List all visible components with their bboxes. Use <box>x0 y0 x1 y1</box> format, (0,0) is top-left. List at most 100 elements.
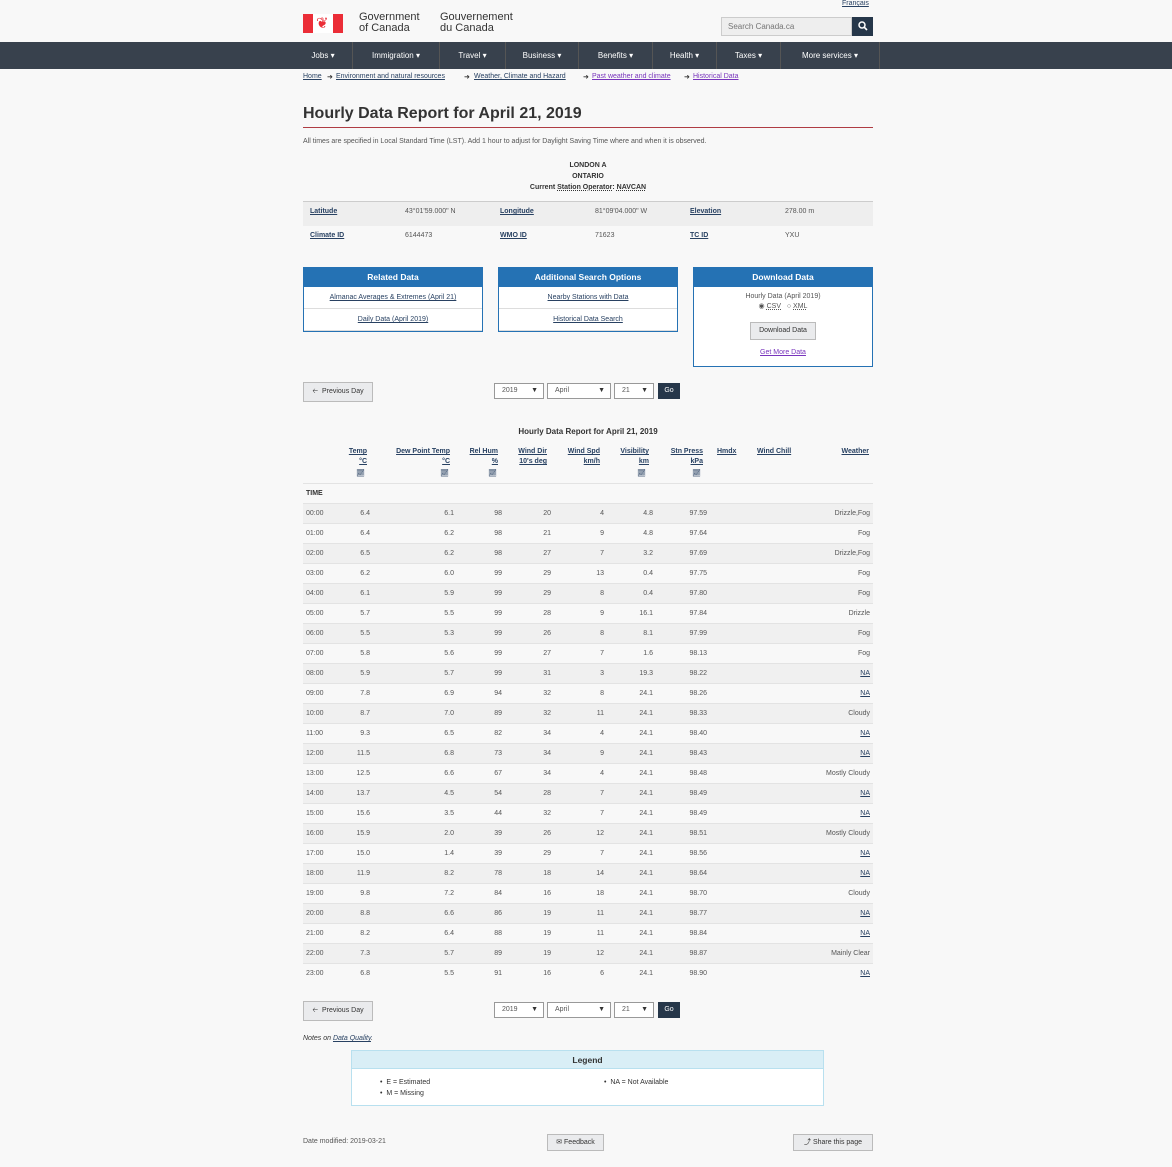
breadcrumb-historical-data[interactable]: Historical Data <box>693 73 739 80</box>
weather-na-link[interactable]: NA <box>790 743 873 764</box>
weather-na-link[interactable]: NA <box>790 923 873 944</box>
share-page-button[interactable]: ⤴ Share this page <box>793 1134 873 1151</box>
data-cell: 7 <box>554 543 607 564</box>
data-cell: 34 <box>505 743 554 764</box>
weather-na-link[interactable]: NA <box>790 783 873 804</box>
feedback-button[interactable]: ✉ Feedback <box>547 1134 604 1151</box>
elevation-label[interactable]: Elevation <box>690 208 721 215</box>
col-dew-point[interactable]: Dew Point Temp °C <box>396 447 450 467</box>
search-input[interactable] <box>721 17 852 36</box>
climate-id-label[interactable]: Climate ID <box>310 232 344 239</box>
tc-id-label[interactable]: TC ID <box>690 232 708 239</box>
get-more-data-link[interactable]: Get More Data <box>694 349 872 356</box>
language-toggle-link[interactable]: Français <box>842 0 869 7</box>
nearby-stations-link[interactable]: Nearby Stations with Data <box>499 287 677 309</box>
data-cell: 98.33 <box>656 703 710 724</box>
daily-data-link[interactable]: Daily Data (April 2019) <box>304 309 482 331</box>
gouvernement-du-canada-wordmark[interactable]: Gouvernement du Canada <box>440 12 513 34</box>
data-cell <box>710 763 750 784</box>
breadcrumb-past-weather[interactable]: Past weather and climate <box>592 73 671 80</box>
day-select-bottom[interactable]: 21 ▼ <box>614 1002 654 1018</box>
chart-icon[interactable]: 📈︎ <box>488 469 497 477</box>
breadcrumb-home[interactable]: Home <box>303 73 322 80</box>
weather-na-link[interactable]: NA <box>790 963 873 984</box>
related-data-title: Related Data <box>304 268 482 287</box>
year-select[interactable]: 2019 ▼ <box>494 383 544 399</box>
col-stn-press[interactable]: Stn Press kPa <box>671 447 703 467</box>
table-row: 16:00 15.9 2.0 39 26 12 24.1 98.51 Mostly Cloudy <box>303 823 873 844</box>
longitude-label[interactable]: Longitude <box>500 208 534 215</box>
data-cell <box>750 903 790 924</box>
weather-na-link[interactable]: NA <box>790 803 873 824</box>
government-of-canada-wordmark[interactable]: Government of Canada <box>359 12 420 34</box>
data-cell: 26 <box>505 823 554 844</box>
data-cell <box>710 743 750 764</box>
go-button-bottom[interactable]: Go <box>658 1002 680 1018</box>
data-cell: 54 <box>457 783 505 804</box>
weather-na-link[interactable]: NA <box>790 843 873 864</box>
previous-day-button[interactable]: 🡠 Previous Day <box>303 382 373 402</box>
col-weather[interactable]: Weather <box>842 447 870 457</box>
share-icon: ⤴ <box>804 1139 811 1146</box>
xml-radio[interactable]: ○ <box>787 303 791 310</box>
historical-search-link[interactable]: Historical Data Search <box>499 309 677 331</box>
data-cell: 98.56 <box>656 843 710 864</box>
col-wind-dir[interactable]: Wind Dir 10's deg <box>518 447 547 467</box>
weather-na-link[interactable]: NA <box>790 903 873 924</box>
chart-icon[interactable]: 📈︎ <box>692 469 701 477</box>
data-cell: 8 <box>554 683 607 704</box>
col-visibility[interactable]: Visibility km <box>620 447 649 467</box>
latitude-label[interactable]: Latitude <box>310 208 337 215</box>
arrow-right-icon: ➜ <box>583 74 589 81</box>
wmo-id-label[interactable]: WMO ID <box>500 232 527 239</box>
data-cell <box>710 543 750 564</box>
go-button[interactable]: Go <box>658 383 680 399</box>
menu-jobs[interactable]: Jobs ▾ <box>294 42 353 69</box>
almanac-link[interactable]: Almanac Averages & Extremes (April 21) <box>304 287 482 309</box>
menu-benefits[interactable]: Benefits ▾ <box>579 42 653 69</box>
menu-more-services[interactable]: More services ▾ <box>781 42 880 69</box>
data-cell: 5.8 <box>343 643 373 664</box>
year-select-bottom[interactable]: 2019 ▼ <box>494 1002 544 1018</box>
data-cell: 97.69 <box>656 543 710 564</box>
breadcrumb-weather[interactable]: Weather, Climate and Hazard <box>474 73 566 80</box>
weather-na-link[interactable]: NA <box>790 723 873 744</box>
menu-business[interactable]: Business ▾ <box>506 42 579 69</box>
day-select[interactable]: 21 ▼ <box>614 383 654 399</box>
data-cell: 99 <box>457 583 505 604</box>
month-select-bottom[interactable]: April ▼ <box>547 1002 611 1018</box>
col-wind-spd[interactable]: Wind Spd km/h <box>568 447 600 467</box>
menu-taxes[interactable]: Taxes ▾ <box>717 42 781 69</box>
col-temp[interactable]: Temp °C <box>349 447 367 467</box>
col-hmdx[interactable]: Hmdx <box>717 447 736 457</box>
menu-health[interactable]: Health ▾ <box>653 42 717 69</box>
breadcrumb-environment[interactable]: Environment and natural resources <box>336 73 445 80</box>
col-rel-hum[interactable]: Rel Hum% <box>470 447 498 467</box>
data-cell: 94 <box>457 683 505 704</box>
data-cell: 98.77 <box>656 903 710 924</box>
csv-radio[interactable]: ◉ <box>759 303 765 310</box>
data-cell: 98.49 <box>656 803 710 824</box>
month-select[interactable]: April ▼ <box>547 383 611 399</box>
data-cell: 98.70 <box>656 883 710 904</box>
canada-flag-icon[interactable]: ❦ <box>303 14 343 33</box>
weather-na-link[interactable]: NA <box>790 663 873 684</box>
menu-travel[interactable]: Travel ▾ <box>440 42 506 69</box>
weather-na-link[interactable]: NA <box>790 683 873 704</box>
xml-label[interactable]: XML <box>793 303 807 310</box>
data-quality-link[interactable]: Data Quality <box>333 1035 371 1042</box>
data-cell: 4 <box>554 503 607 524</box>
chevron-down-icon: ▾ <box>758 51 763 60</box>
weather-na-link[interactable]: NA <box>790 863 873 884</box>
chart-icon[interactable]: 📈︎ <box>637 469 646 477</box>
previous-day-button-bottom[interactable]: 🡠 Previous Day <box>303 1001 373 1021</box>
menu-immigration[interactable]: Immigration ▾ <box>353 42 440 69</box>
weather-cell: Fog <box>790 623 873 644</box>
search-button[interactable] <box>852 17 873 36</box>
csv-label[interactable]: CSV <box>767 303 781 310</box>
chart-icon[interactable]: 📈︎ <box>440 469 449 477</box>
table-row: 02:00 6.5 6.2 98 27 7 3.2 97.69 Drizzle,Fog <box>303 543 873 564</box>
download-data-button[interactable]: Download Data <box>750 322 816 340</box>
col-wind-chill[interactable]: Wind Chill <box>757 447 791 457</box>
chart-icon[interactable]: 📈︎ <box>356 469 365 477</box>
